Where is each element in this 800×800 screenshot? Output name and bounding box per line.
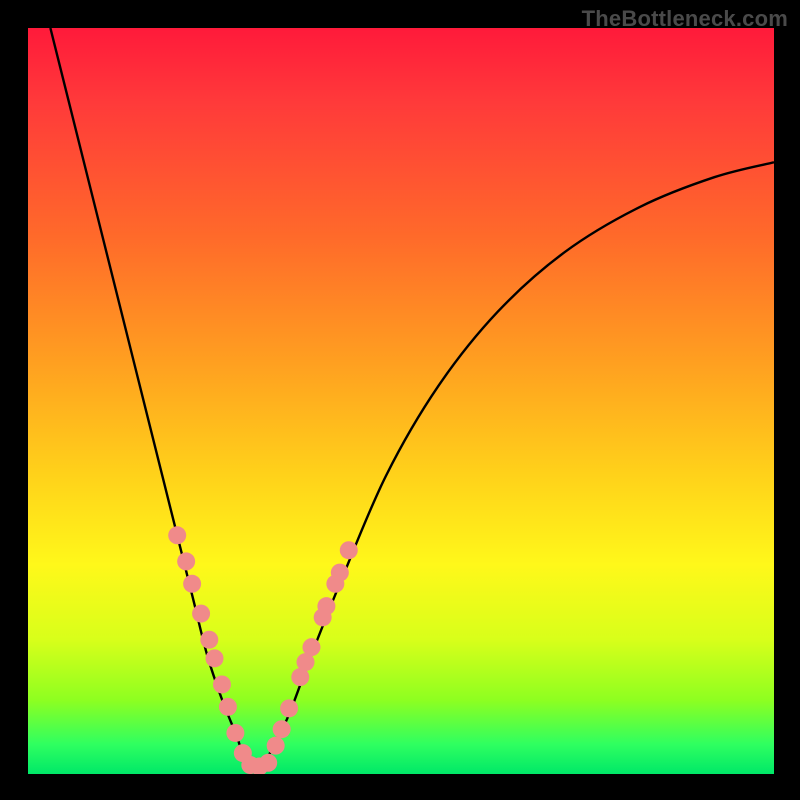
marker-dot — [280, 699, 298, 717]
marker-dot — [273, 720, 291, 738]
marker-dot — [200, 631, 218, 649]
chart-svg — [28, 28, 774, 774]
marker-dot — [183, 575, 201, 593]
marker-dot — [206, 649, 224, 667]
chart-frame: TheBottleneck.com — [0, 0, 800, 800]
marker-dot — [213, 675, 231, 693]
marker-dot — [226, 724, 244, 742]
marker-dot — [317, 597, 335, 615]
marker-dot — [331, 564, 349, 582]
marker-dot — [177, 552, 195, 570]
plot-area — [28, 28, 774, 774]
marker-dot — [259, 754, 277, 772]
marker-dots-layer — [168, 526, 358, 774]
marker-dot — [219, 698, 237, 716]
curve-layer — [50, 28, 774, 767]
marker-dot — [168, 526, 186, 544]
marker-dot — [302, 638, 320, 656]
marker-dot — [267, 737, 285, 755]
bottleneck-curve — [50, 28, 774, 767]
watermark-text: TheBottleneck.com — [582, 6, 788, 32]
marker-dot — [340, 541, 358, 559]
marker-dot — [192, 605, 210, 623]
